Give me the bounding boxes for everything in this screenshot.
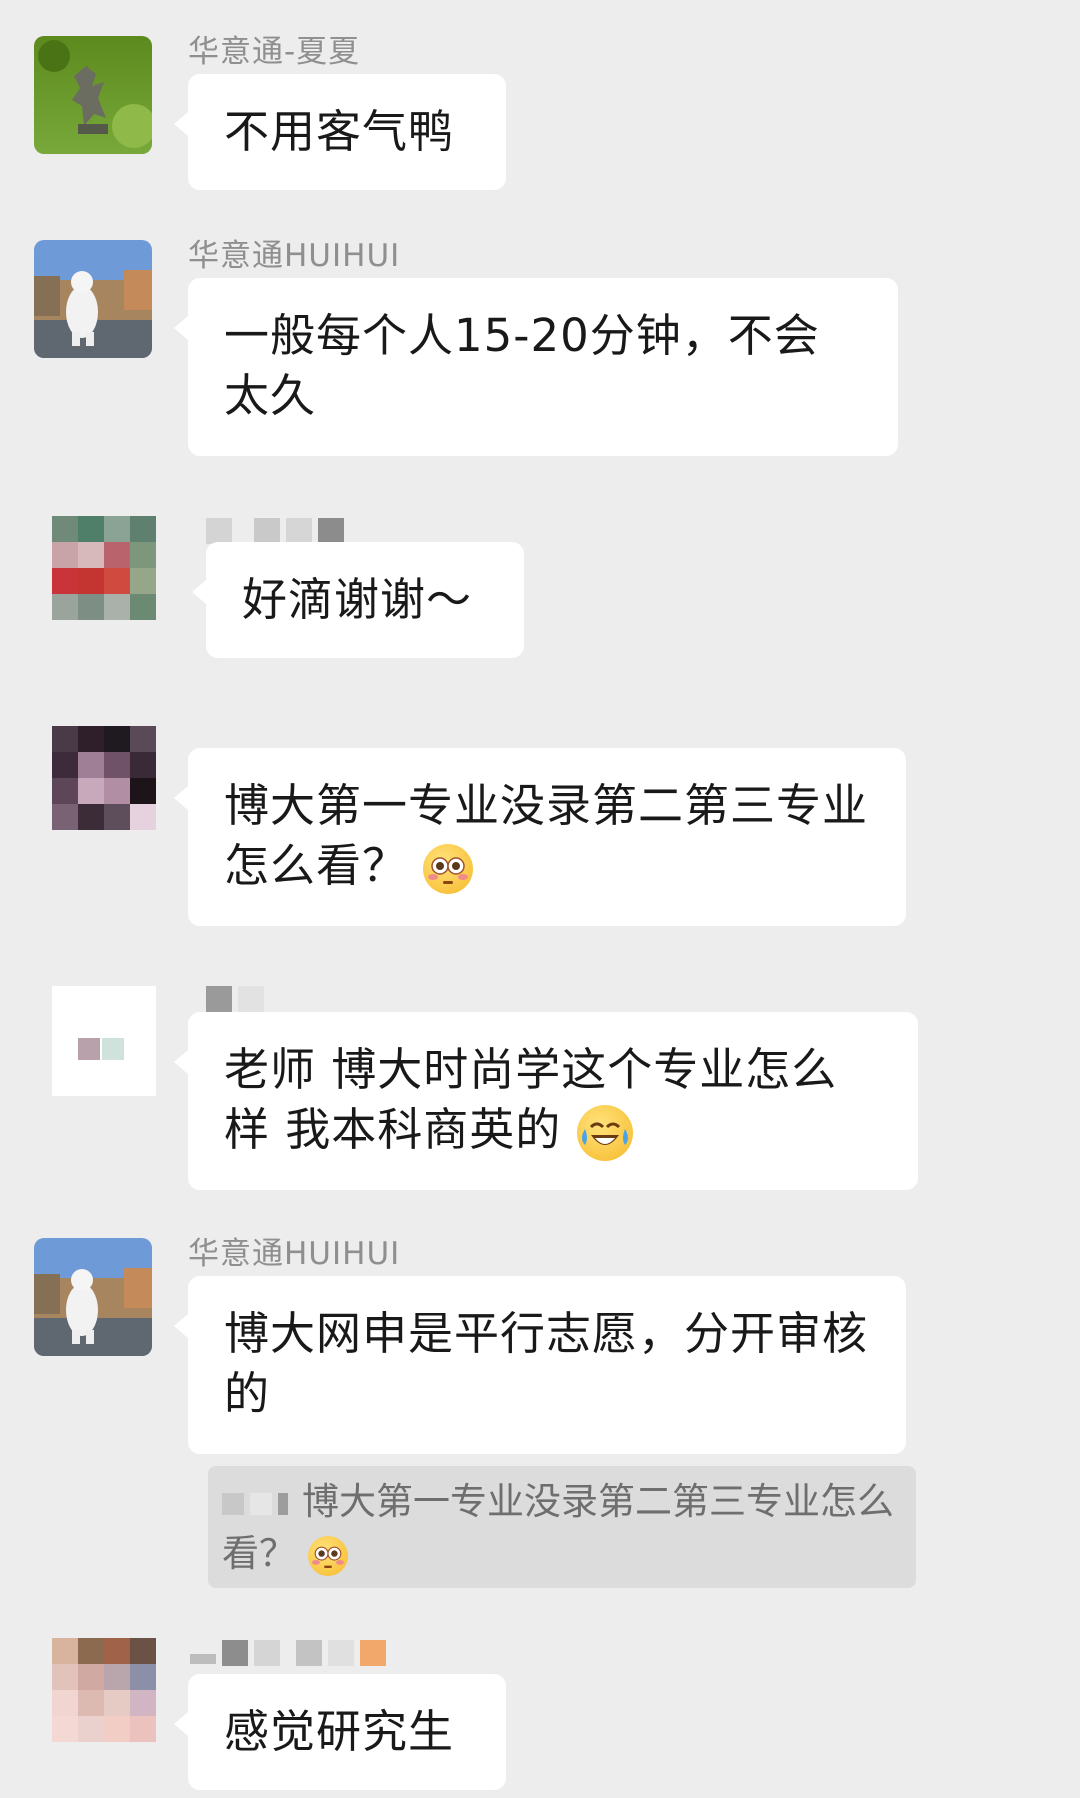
- polar-bear-avatar-image: [34, 1238, 152, 1356]
- sender-name: 华意通HUIHUI: [188, 238, 401, 274]
- blurred-sender-name: [206, 986, 264, 1012]
- avatar[interactable]: [34, 240, 152, 358]
- message-bubble[interactable]: 好滴谢谢～: [192, 542, 524, 658]
- blurred-sender-name: [206, 518, 344, 544]
- message-bubble[interactable]: 感觉研究生: [174, 1674, 506, 1790]
- message-bubble[interactable]: 不用客气鸭: [174, 74, 506, 190]
- avatar[interactable]: [34, 1238, 152, 1356]
- message-text: 博大第一专业没录第二第三专业怎么看？: [224, 779, 869, 892]
- rolling-on-floor-laughing-emoji: [576, 1105, 633, 1161]
- sender-name: 华意通-夏夏: [188, 34, 361, 70]
- message-text: 老师 博大时尚学这个专业怎么样 我本科商英的: [224, 1043, 838, 1156]
- sender-name: 华意通HUIHUI: [188, 1236, 401, 1272]
- polar-bear-avatar-image: [34, 240, 152, 358]
- message-bubble[interactable]: 博大网申是平行志愿，分开审核的: [174, 1276, 906, 1454]
- avatar[interactable]: [52, 726, 156, 830]
- blurred-quote-sender: [222, 1492, 288, 1515]
- statue-avatar-image: [34, 36, 152, 154]
- message-bubble[interactable]: 博大第一专业没录第二第三专业怎么看？: [174, 748, 906, 926]
- message-bubble[interactable]: 一般每个人15-20分钟，不会太久: [174, 278, 898, 456]
- avatar[interactable]: [52, 986, 156, 1096]
- quoted-message[interactable]: 博大第一专业没录第二第三专业怎么看？: [208, 1466, 916, 1588]
- message-bubble[interactable]: 老师 博大时尚学这个专业怎么样 我本科商英的: [174, 1012, 918, 1190]
- avatar[interactable]: [52, 516, 156, 620]
- avatar[interactable]: [34, 36, 152, 154]
- blurred-sender-name: [190, 1640, 386, 1666]
- flushed-face-emoji: [423, 844, 474, 894]
- flushed-face-emoji: [307, 1535, 348, 1576]
- avatar[interactable]: [52, 1638, 156, 1742]
